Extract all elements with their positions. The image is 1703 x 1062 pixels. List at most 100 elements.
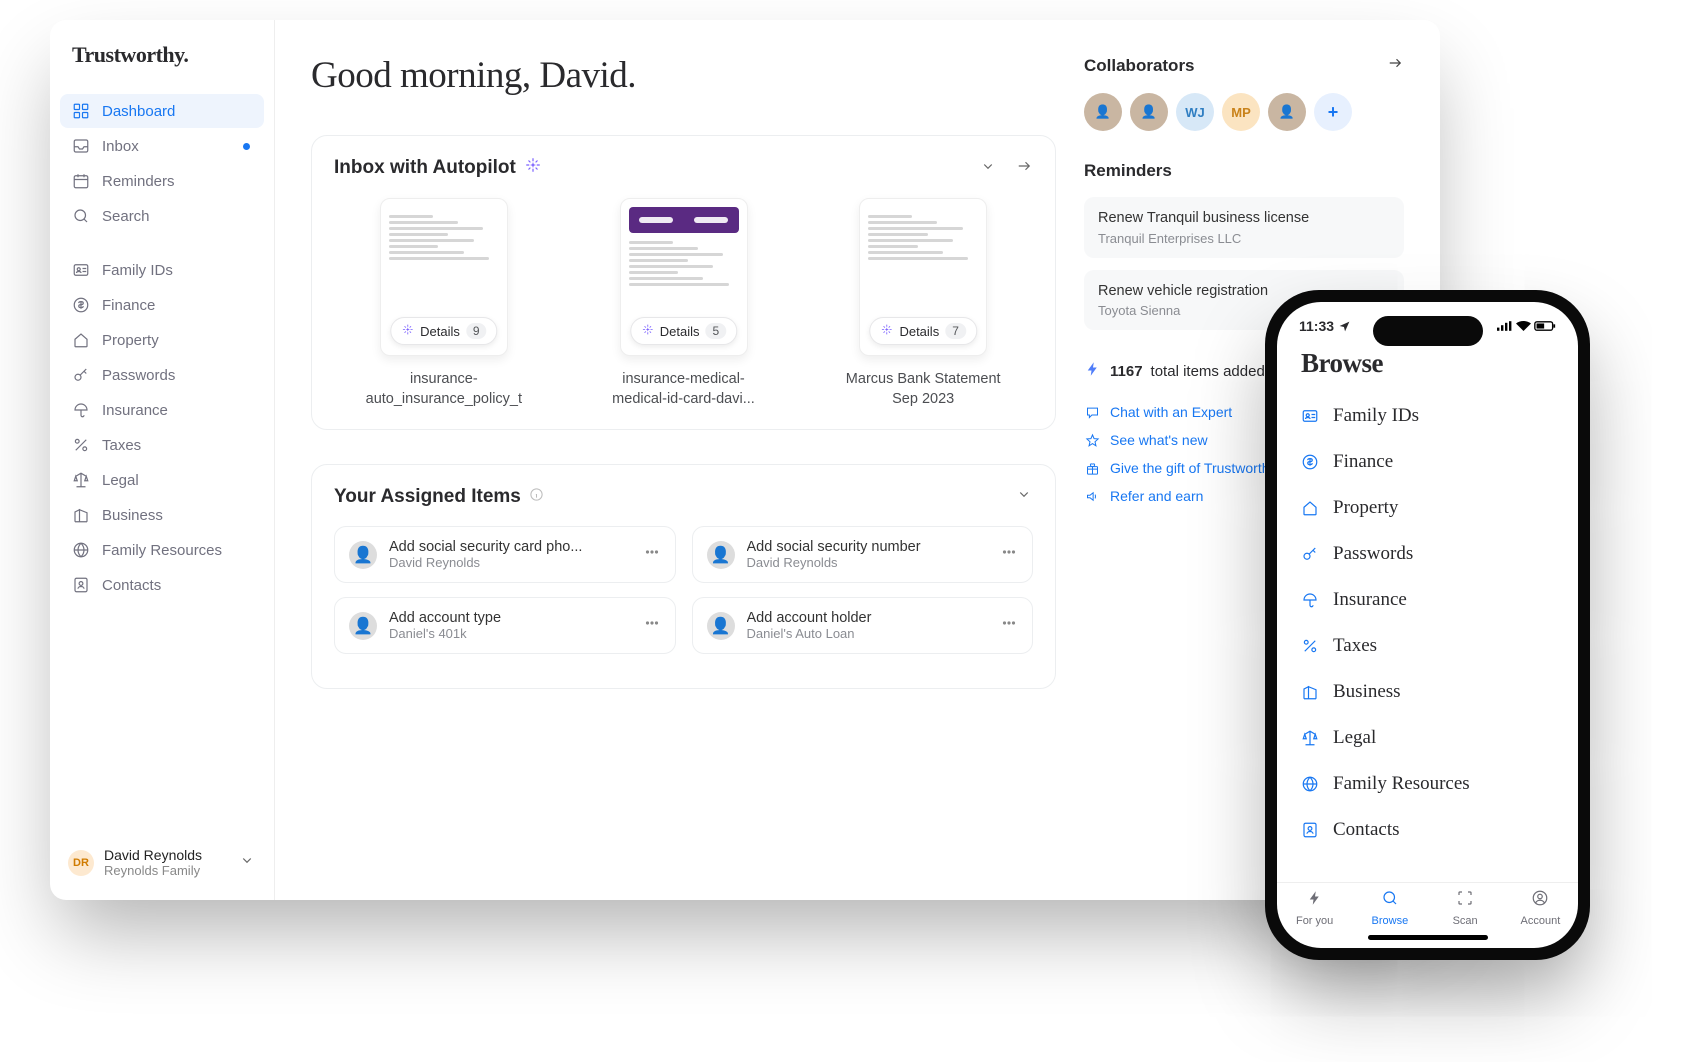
more-icon[interactable] [643, 543, 661, 566]
more-icon[interactable] [1000, 614, 1018, 637]
task-title: Add account holder [747, 610, 989, 626]
collaborator-avatar[interactable]: MP [1222, 93, 1260, 131]
assigned-task[interactable]: 👤 Add social security card pho... David … [334, 526, 676, 583]
tab-account[interactable]: Account [1503, 889, 1578, 927]
user-menu[interactable]: DR David Reynolds Reynolds Family [60, 839, 264, 886]
unread-dot [243, 143, 250, 150]
inbox-document[interactable]: Details 9 insurance-auto_insurance_polic… [334, 198, 554, 409]
collaborator-avatar[interactable]: 👤 [1268, 93, 1306, 131]
star-icon [1084, 433, 1100, 448]
sidebar-item-family-resources[interactable]: Family Resources [60, 533, 264, 567]
chat-icon [1084, 405, 1100, 420]
details-chip[interactable]: Details 5 [630, 317, 737, 345]
sidebar-item-reminders[interactable]: Reminders [60, 164, 264, 198]
task-title: Add account type [389, 610, 631, 626]
assigned-task[interactable]: 👤 Add account holder Daniel's Auto Loan [692, 597, 1034, 654]
link-text: See what's new [1110, 432, 1208, 448]
browse-item-contacts[interactable]: Contacts [1301, 807, 1554, 853]
sidebar-item-insurance[interactable]: Insurance [60, 393, 264, 427]
sidebar-item-search[interactable]: Search [60, 199, 264, 233]
collaborator-avatar[interactable]: 👤 [1084, 93, 1122, 131]
browse-item-family-resources[interactable]: Family Resources [1301, 761, 1554, 807]
globe-icon [1301, 775, 1319, 793]
sidebar-item-inbox[interactable]: Inbox [60, 129, 264, 163]
sidebar-item-business[interactable]: Business [60, 498, 264, 532]
task-subtitle: Daniel's 401k [389, 626, 631, 641]
details-chip[interactable]: Details 9 [390, 317, 497, 345]
browse-item-property[interactable]: Property [1301, 485, 1554, 531]
browse-item-label: Business [1333, 681, 1401, 703]
key-icon [72, 366, 90, 384]
inbox-document[interactable]: Details 7 Marcus Bank Statement Sep 2023 [813, 198, 1033, 409]
sidebar-item-label: Property [102, 332, 159, 349]
phone-title: Browse [1277, 338, 1578, 393]
phone-notch [1373, 316, 1483, 346]
assigned-title: Your Assigned Items [334, 486, 521, 508]
inbox-document[interactable]: Details 5 insurance-medical-medical-id-c… [574, 198, 794, 409]
open-collaborators-icon[interactable] [1386, 54, 1404, 77]
browse-item-finance[interactable]: Finance [1301, 439, 1554, 485]
tab-browse[interactable]: Browse [1352, 889, 1427, 927]
task-subtitle: David Reynolds [389, 555, 631, 570]
assigned-task[interactable]: 👤 Add social security number David Reyno… [692, 526, 1034, 583]
sidebar-item-passwords[interactable]: Passwords [60, 358, 264, 392]
avatar: 👤 [707, 541, 735, 569]
id-icon [72, 261, 90, 279]
calendar-icon [72, 172, 90, 190]
task-title: Add social security number [747, 539, 989, 555]
browse-item-family-ids[interactable]: Family IDs [1301, 393, 1554, 439]
avatar: 👤 [349, 612, 377, 640]
globe-icon [72, 541, 90, 559]
sparkle-icon [641, 323, 654, 339]
browse-item-legal[interactable]: Legal [1301, 715, 1554, 761]
sidebar-item-property[interactable]: Property [60, 323, 264, 357]
browse-item-business[interactable]: Business [1301, 669, 1554, 715]
greeting: Good morning, David. [311, 54, 1056, 97]
add-collaborator-button[interactable]: + [1314, 93, 1352, 131]
location-icon [1338, 320, 1351, 333]
sidebar-item-contacts[interactable]: Contacts [60, 568, 264, 602]
tab-scan[interactable]: Scan [1428, 889, 1503, 927]
user-avatar: DR [68, 850, 94, 876]
dollar-icon [1301, 453, 1319, 471]
details-label: Details [420, 324, 460, 339]
grid-icon [72, 102, 90, 120]
collaborator-avatar[interactable]: WJ [1176, 93, 1214, 131]
sidebar-item-taxes[interactable]: Taxes [60, 428, 264, 462]
browse-item-label: Finance [1333, 451, 1393, 473]
task-title: Add social security card pho... [389, 539, 631, 555]
bolt-icon [1084, 360, 1102, 382]
link-text: Give the gift of Trustworthy [1110, 460, 1277, 476]
collaborator-avatar[interactable]: 👤 [1130, 93, 1168, 131]
assigned-task[interactable]: 👤 Add account type Daniel's 401k [334, 597, 676, 654]
sidebar-item-family-ids[interactable]: Family IDs [60, 253, 264, 287]
sparkle-icon [401, 323, 414, 339]
sidebar-item-label: Passwords [102, 367, 175, 384]
sidebar-item-finance[interactable]: Finance [60, 288, 264, 322]
document-thumbnail: Details 7 [859, 198, 987, 356]
more-icon[interactable] [643, 614, 661, 637]
browse-item-taxes[interactable]: Taxes [1301, 623, 1554, 669]
info-icon[interactable] [529, 486, 544, 508]
browse-item-insurance[interactable]: Insurance [1301, 577, 1554, 623]
more-icon[interactable] [1000, 543, 1018, 566]
open-inbox-icon[interactable] [1015, 157, 1033, 180]
reminder-card[interactable]: Renew Tranquil business licenseTranquil … [1084, 197, 1404, 258]
sidebar-item-dashboard[interactable]: Dashboard [60, 94, 264, 128]
tab-for-you[interactable]: For you [1277, 889, 1352, 927]
search-icon [1381, 889, 1399, 912]
scan-icon [1456, 889, 1474, 912]
details-count: 9 [466, 323, 487, 339]
sidebar-item-label: Contacts [102, 577, 161, 594]
sidebar-item-label: Reminders [102, 173, 175, 190]
task-subtitle: Daniel's Auto Loan [747, 626, 989, 641]
details-chip[interactable]: Details 7 [869, 317, 976, 345]
browse-item-passwords[interactable]: Passwords [1301, 531, 1554, 577]
inbox-title: Inbox with Autopilot [334, 157, 516, 179]
reminder-title: Renew Tranquil business license [1098, 209, 1390, 229]
collapse-icon[interactable] [979, 157, 997, 180]
sidebar-item-legal[interactable]: Legal [60, 463, 264, 497]
collaborators-section: Collaborators 👤👤WJMP👤+ [1084, 54, 1404, 131]
sidebar-item-label: Insurance [102, 402, 168, 419]
collapse-icon[interactable] [1015, 485, 1033, 508]
